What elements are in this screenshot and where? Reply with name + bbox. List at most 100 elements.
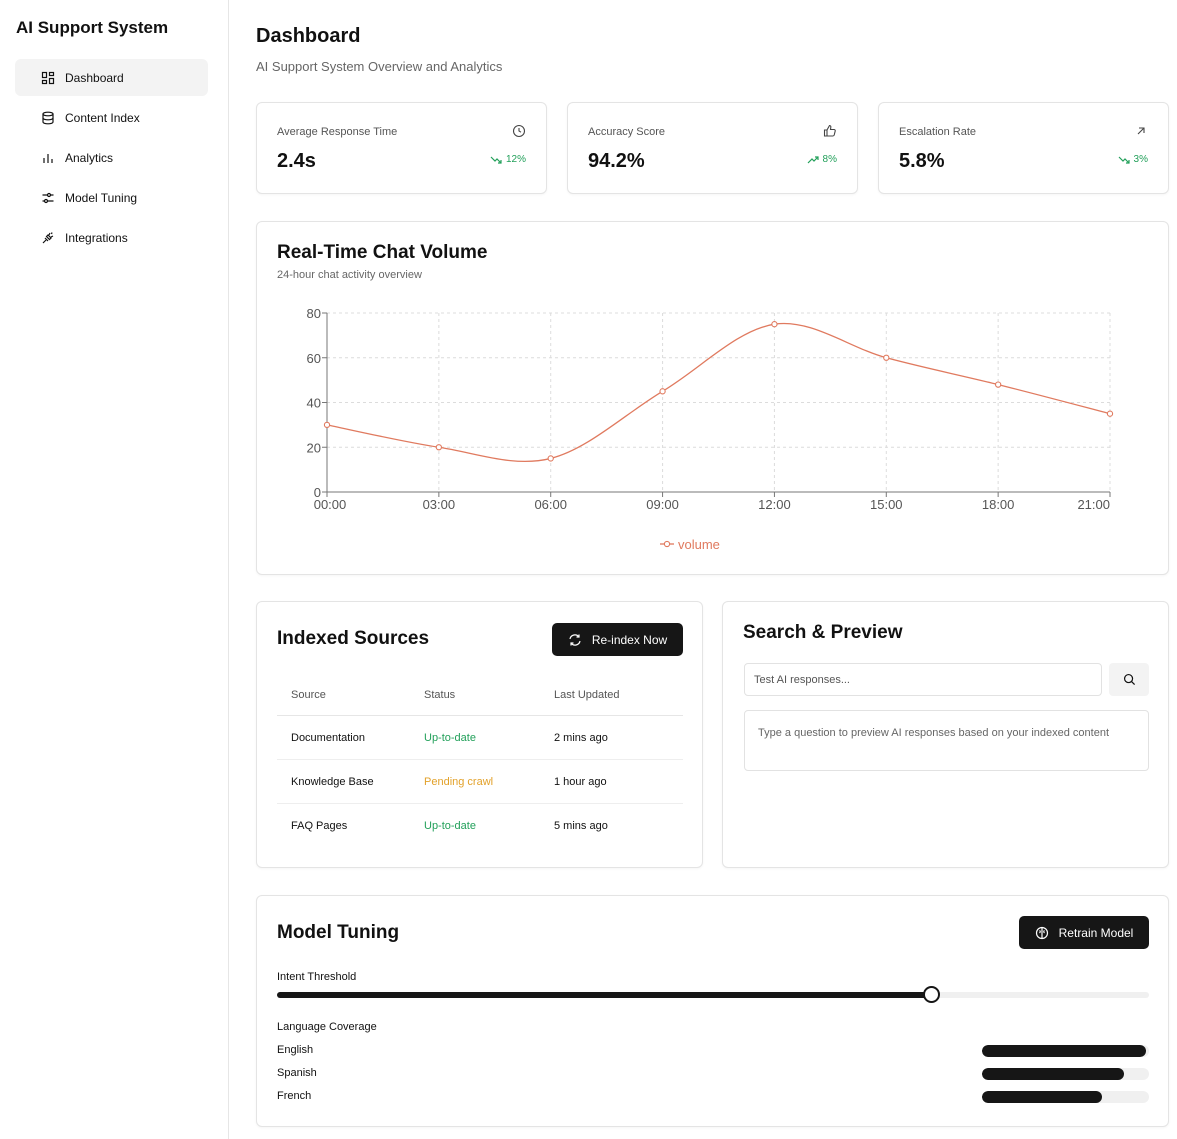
data-point: [883, 354, 890, 361]
sources-title: Indexed Sources: [277, 628, 430, 649]
metric-card-escalation: Escalation Rate 5.8% 3%: [878, 102, 1169, 194]
search-input[interactable]: [744, 663, 1102, 696]
page-title: Dashboard: [256, 25, 361, 47]
page-subtitle: AI Support System Overview and Analytics: [256, 59, 503, 74]
sidebar: AI Support System Dashboard Content Inde…: [0, 0, 229, 1139]
source-name: FAQ Pages: [291, 820, 348, 832]
bar-chart-icon: [41, 151, 55, 165]
language-row: English: [277, 1044, 1149, 1058]
metric-card-response-time: Average Response Time 2.4s 12%: [256, 102, 547, 194]
data-point: [994, 381, 1002, 388]
language-row: French: [277, 1090, 1149, 1104]
threshold-label: Intent Threshold: [277, 971, 357, 983]
metric-label: Average Response Time: [277, 126, 398, 138]
metric-value: 2.4s: [277, 150, 316, 172]
slider-fill: [277, 992, 931, 998]
sidebar-nav: Dashboard Content Index Analytics Model …: [15, 59, 208, 259]
metric-value: 5.8%: [899, 150, 945, 172]
table-row[interactable]: Knowledge Base Pending crawl 1 hour ago: [277, 760, 683, 804]
table-row[interactable]: Documentation Up-to-date 2 mins ago: [277, 716, 683, 760]
sidebar-item-analytics[interactable]: Analytics: [15, 139, 208, 176]
coverage-fill: [982, 1091, 1103, 1103]
coverage-label: Language Coverage: [277, 1021, 377, 1033]
sidebar-item-dashboard[interactable]: Dashboard: [15, 59, 208, 96]
data-point: [1106, 410, 1114, 417]
x-tick-label: 12:00: [758, 497, 791, 512]
last-updated: 5 mins ago: [554, 820, 608, 832]
sidebar-item-integrations[interactable]: Integrations: [15, 219, 208, 256]
y-tick-label: 80: [307, 306, 321, 321]
sidebar-item-content-index[interactable]: Content Index: [15, 99, 208, 136]
metric-trend: 8%: [807, 154, 837, 165]
sidebar-item-label: Dashboard: [65, 70, 124, 85]
metric-trend-value: 3%: [1133, 154, 1148, 165]
coverage-fill: [982, 1045, 1146, 1057]
database-icon: [41, 111, 55, 125]
brand-title: AI Support System: [16, 18, 169, 37]
sidebar-item-label: Analytics: [65, 150, 114, 165]
column-header-source: Source: [291, 688, 326, 701]
language-name: English: [277, 1044, 314, 1056]
data-point: [323, 421, 331, 429]
reindex-label: Re-index Now: [591, 632, 668, 647]
x-tick-label: 03:00: [423, 497, 456, 512]
brain-icon: [1035, 926, 1048, 939]
legend-label: volume: [678, 537, 720, 552]
indexed-sources-card: Indexed Sources Re-index Now Source Stat…: [256, 601, 703, 868]
status-badge: Up-to-date: [424, 731, 476, 744]
x-tick-label: 00:00: [314, 497, 347, 512]
language-name: French: [277, 1090, 312, 1102]
metric-trend-value: 8%: [822, 154, 837, 165]
x-tick-label: 21:00: [1077, 497, 1110, 512]
trend-up-icon: [807, 155, 819, 163]
sidebar-item-model-tuning[interactable]: Model Tuning: [15, 179, 208, 216]
plug-icon: [41, 231, 55, 245]
series-line-volume: [326, 322, 1111, 462]
table-row[interactable]: FAQ Pages Up-to-date 5 mins ago: [277, 804, 683, 848]
status-badge: Up-to-date: [424, 820, 476, 832]
metric-label: Accuracy Score: [588, 126, 666, 138]
preview-output: Type a question to preview AI responses …: [744, 710, 1149, 771]
y-tick-label: 20: [307, 440, 321, 455]
source-name: Documentation: [291, 731, 365, 744]
search-icon: [1123, 673, 1135, 686]
coverage-bar: [982, 1045, 1149, 1057]
metric-value: 94.2%: [588, 150, 645, 172]
x-tick-label: 09:00: [646, 497, 679, 512]
last-updated: 1 hour ago: [554, 775, 607, 788]
coverage-bar: [982, 1068, 1149, 1080]
arrow-up-right-icon: [1137, 127, 1145, 135]
slider-thumb[interactable]: [923, 986, 940, 1003]
chat-volume-card: Real-Time Chat Volume 24-hour chat activ…: [256, 221, 1169, 575]
column-header-status: Status: [424, 688, 456, 701]
search-button[interactable]: [1109, 663, 1149, 696]
sidebar-item-label: Content Index: [65, 110, 140, 125]
data-point: [771, 321, 778, 328]
data-point: [547, 455, 554, 462]
thumbs-up-icon: [823, 124, 836, 137]
sidebar-item-label: Model Tuning: [65, 190, 138, 205]
x-tick-label: 15:00: [870, 497, 903, 512]
model-tuning-card: Model Tuning Retrain Model Intent Thresh…: [256, 895, 1169, 1127]
trend-down-icon: [1118, 156, 1130, 164]
reindex-button[interactable]: Re-index Now: [552, 623, 683, 656]
threshold-slider[interactable]: [277, 986, 1149, 1003]
metric-trend: 3%: [1118, 154, 1148, 165]
sources-table: Source Status Last Updated Documentation…: [277, 674, 683, 848]
metric-trend: 12%: [490, 154, 526, 165]
data-point: [435, 444, 443, 451]
language-row: Spanish: [277, 1067, 1149, 1081]
sliders-icon: [41, 191, 55, 205]
x-tick-label: 18:00: [982, 497, 1015, 512]
retrain-button[interactable]: Retrain Model: [1019, 916, 1149, 949]
search-preview-card: Search & Preview Type a question to prev…: [722, 601, 1169, 868]
source-name: Knowledge Base: [291, 775, 374, 788]
language-name: Spanish: [277, 1067, 317, 1079]
sidebar-item-label: Integrations: [65, 230, 128, 245]
metric-trend-value: 12%: [505, 154, 526, 165]
dashboard-grid-icon: [41, 71, 55, 85]
metric-card-accuracy: Accuracy Score 94.2% 8%: [567, 102, 858, 194]
last-updated: 2 mins ago: [554, 731, 608, 744]
status-badge: Pending crawl: [424, 775, 494, 788]
coverage-bar: [982, 1091, 1149, 1103]
